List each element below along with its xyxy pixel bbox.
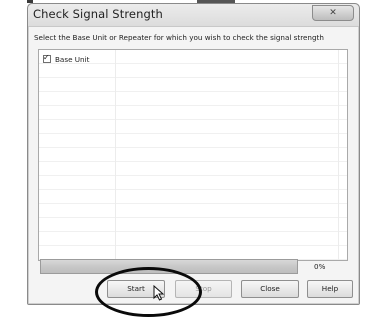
progress-percent-label: 0% xyxy=(314,262,326,271)
title-bar[interactable]: Check Signal Strength ✕ xyxy=(28,4,359,27)
dialog-content: Select the Base Unit or Repeater for whi… xyxy=(29,27,358,317)
help-button[interactable]: Help xyxy=(307,280,353,298)
list-item-base-unit[interactable]: ✓ Base Unit xyxy=(43,53,89,65)
window-close-button[interactable]: ✕ xyxy=(312,5,354,21)
column-divider xyxy=(338,50,339,260)
close-icon: ✕ xyxy=(329,8,337,18)
close-button[interactable]: Close xyxy=(241,280,299,298)
check-signal-strength-dialog: Check Signal Strength ✕ Select the Base … xyxy=(27,3,360,317)
mouse-pointer-icon xyxy=(153,285,165,301)
instruction-text: Select the Base Unit or Repeater for whi… xyxy=(34,33,324,42)
base-unit-label: Base Unit xyxy=(55,54,90,64)
signal-progress-bar xyxy=(40,259,298,274)
unit-list[interactable]: ✓ Base Unit xyxy=(38,49,348,261)
checkmark-icon: ✓ xyxy=(43,53,50,62)
dialog-title: Check Signal Strength xyxy=(33,7,163,21)
base-unit-checkbox[interactable]: ✓ xyxy=(43,53,51,63)
stop-button[interactable]: Stop xyxy=(175,280,232,298)
column-divider xyxy=(115,50,116,260)
